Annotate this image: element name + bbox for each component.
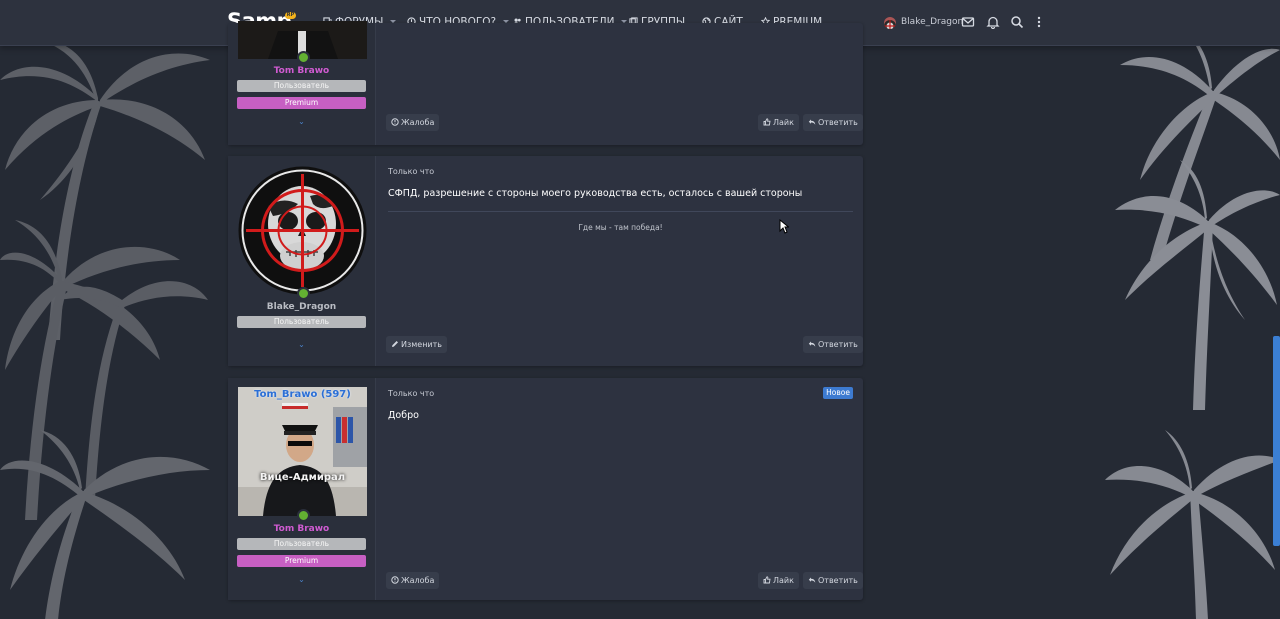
like-label: Лайк xyxy=(773,118,794,127)
page-scrollbar-thumb[interactable] xyxy=(1273,336,1280,546)
reply-icon xyxy=(808,341,816,347)
post-author-panel: Tom Brawo Пользователь Premium ⌄ xyxy=(228,21,376,145)
author-name[interactable]: Blake_Dragon xyxy=(228,302,375,312)
role-badge-user: Пользователь xyxy=(237,316,366,328)
user-menu[interactable]: Blake_Dragon xyxy=(901,0,963,45)
post-timestamp[interactable]: Только что xyxy=(388,389,434,398)
author-name[interactable]: Tom Brawo xyxy=(228,524,375,534)
reply-button[interactable]: Ответить xyxy=(803,572,863,589)
expand-user-info-chevron-icon[interactable]: ⌄ xyxy=(228,575,375,584)
alert-icon xyxy=(391,118,399,126)
post-1: Tom Brawo Пользователь Premium ⌄ Жалоба … xyxy=(228,21,863,145)
avatar-image xyxy=(884,20,896,29)
officer-avatar-image xyxy=(238,387,367,516)
reply-label: Ответить xyxy=(818,118,858,127)
palm-tree-left-bottom xyxy=(0,430,210,619)
signature-divider xyxy=(388,211,853,212)
report-button[interactable]: Жалоба xyxy=(386,114,440,131)
username-label: Blake_Dragon xyxy=(901,17,964,27)
mail-icon[interactable] xyxy=(961,15,975,29)
like-button[interactable]: Лайк xyxy=(758,572,799,589)
role-badge-premium: Premium xyxy=(237,555,366,567)
online-status-dot xyxy=(297,509,310,522)
author-avatar[interactable] xyxy=(238,166,367,295)
reply-label: Ответить xyxy=(818,576,858,585)
user-avatar-mini[interactable] xyxy=(884,17,896,29)
avatar-caption-bottom: Вице-Адмирал xyxy=(259,472,346,483)
post-author-panel: Blake_Dragon Пользователь ⌄ xyxy=(228,156,376,366)
edit-label: Изменить xyxy=(401,340,442,349)
reply-label: Ответить xyxy=(818,340,858,349)
palm-tree-right-bottom xyxy=(1105,430,1280,619)
online-status-dot xyxy=(297,287,310,300)
reply-button[interactable]: Ответить xyxy=(803,336,863,353)
report-label: Жалоба xyxy=(401,118,435,127)
post-message: СФПД, разрешение с стороны моего руковод… xyxy=(388,188,803,199)
post-timestamp[interactable]: Только что xyxy=(388,167,434,176)
mouse-cursor-icon xyxy=(779,219,789,234)
new-post-badge: Новое xyxy=(823,387,853,399)
logo-badge: RP xyxy=(285,12,296,19)
thumbs-up-icon xyxy=(763,118,771,126)
author-name[interactable]: Tom Brawo xyxy=(228,66,375,76)
reply-icon xyxy=(808,119,816,125)
post-2: Blake_Dragon Пользователь ⌄ Только что С… xyxy=(228,156,863,366)
like-label: Лайк xyxy=(773,576,794,585)
like-button[interactable]: Лайк xyxy=(758,114,799,131)
bell-icon[interactable] xyxy=(986,15,1000,29)
report-button[interactable]: Жалоба xyxy=(386,572,440,589)
author-avatar[interactable]: Tom_Brawo (597) Вице-Адмирал xyxy=(238,387,367,516)
thumbs-up-icon xyxy=(763,576,771,584)
skull-crosshair-avatar-image xyxy=(238,166,367,295)
reply-button[interactable]: Ответить xyxy=(803,114,863,131)
post-3: Tom_Brawo (597) Вице-Адмирал Tom Brawo П… xyxy=(228,378,863,600)
edit-button[interactable]: Изменить xyxy=(386,336,447,353)
more-vertical-icon[interactable] xyxy=(1032,15,1046,29)
role-badge-user: Пользователь xyxy=(237,538,366,550)
post-message: Добро xyxy=(388,410,419,421)
role-badge-premium: Premium xyxy=(237,97,366,109)
online-status-dot xyxy=(297,51,310,64)
role-badge-user: Пользователь xyxy=(237,80,366,92)
post-author-panel: Tom_Brawo (597) Вице-Адмирал Tom Brawo П… xyxy=(228,378,376,600)
search-icon[interactable] xyxy=(1010,15,1024,29)
expand-user-info-chevron-icon[interactable]: ⌄ xyxy=(228,340,375,349)
reply-icon xyxy=(808,577,816,583)
expand-user-info-chevron-icon[interactable]: ⌄ xyxy=(228,117,375,126)
report-label: Жалоба xyxy=(401,576,435,585)
pencil-icon xyxy=(392,341,398,347)
palm-tree-right-middle xyxy=(1115,160,1280,410)
alert-icon xyxy=(391,576,399,584)
avatar-caption-top: Tom_Brawo (597) xyxy=(254,389,351,400)
